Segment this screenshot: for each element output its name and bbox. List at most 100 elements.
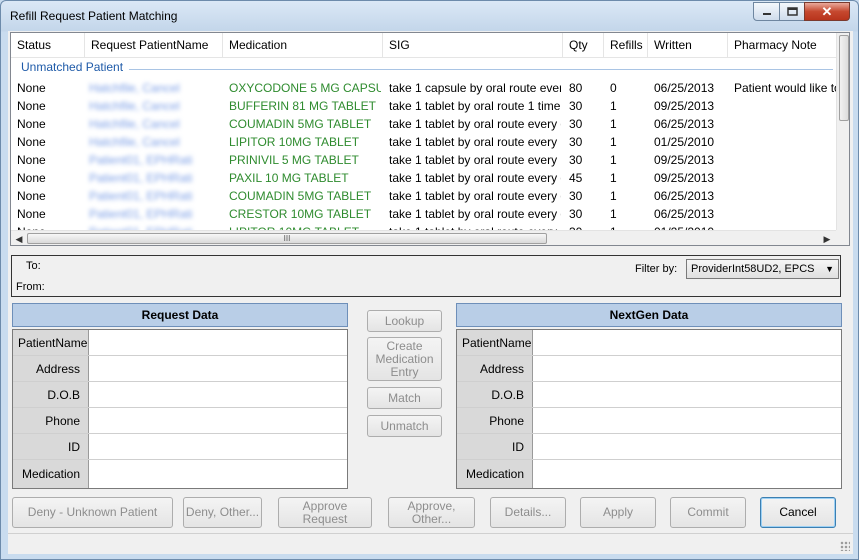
cell-status: None <box>17 81 46 95</box>
horizontal-scroll-thumb[interactable]: III <box>27 233 547 244</box>
table-row[interactable]: None Patient01, EPHRati CRESTOR 10MG TAB… <box>11 205 837 223</box>
close-button[interactable]: ✕ <box>804 2 850 21</box>
request-medication-value[interactable] <box>90 460 347 488</box>
resize-grip-icon[interactable] <box>840 541 850 551</box>
cell-patient-name: Patient01, EPHRati <box>89 171 193 185</box>
cell-sig: take 1 tablet by oral route every d... <box>389 171 561 185</box>
scroll-right-icon[interactable]: ▶ <box>820 232 834 245</box>
cell-medication: OXYCODONE 5 MG CAPSU... <box>229 81 381 95</box>
cell-patient-name: Hatchfile, Cancel <box>89 99 180 113</box>
create-label-line1: Create <box>386 338 423 353</box>
scroll-left-icon[interactable]: ◀ <box>12 232 26 245</box>
cell-pharmacy-note <box>734 169 837 187</box>
cell-sig: take 1 capsule by oral route ever... <box>389 81 561 95</box>
deny-unknown-patient-button[interactable]: Deny - Unknown Patient <box>12 497 173 528</box>
request-row-dob: D.O.B <box>13 382 347 408</box>
match-button[interactable]: Match <box>367 387 442 409</box>
table-row[interactable]: None Hatchfile, Cancel BUFFERIN 81 MG TA… <box>11 97 837 115</box>
field-label: Phone <box>13 408 89 433</box>
request-phone-value[interactable] <box>90 408 347 433</box>
cell-medication: COUMADIN 5MG TABLET <box>229 117 372 131</box>
cell-pharmacy-note <box>734 187 837 205</box>
column-header-written[interactable]: Written <box>648 33 728 58</box>
status-bar <box>8 533 853 554</box>
filter-by-dropdown[interactable]: ProviderInt58UD2, EPCS ▼ <box>686 259 839 279</box>
unmatch-button[interactable]: Unmatch <box>367 415 442 437</box>
commit-button[interactable]: Commit <box>670 497 746 528</box>
table-row[interactable]: None Hatchfile, Cancel COUMADIN 5MG TABL… <box>11 115 837 133</box>
dialog-body: Status Request PatientName Medication SI… <box>8 31 853 554</box>
request-row-phone: Phone <box>13 408 347 434</box>
cell-medication: BUFFERIN 81 MG TABLET <box>229 99 376 113</box>
from-label: From: <box>16 281 45 293</box>
lookup-button[interactable]: Lookup <box>367 310 442 332</box>
field-label: Medication <box>13 460 89 488</box>
grid-horizontal-scrollbar[interactable]: ◀ III ▶ <box>11 230 837 245</box>
vertical-scroll-thumb[interactable] <box>839 35 849 121</box>
approve-request-button[interactable]: Approve Request <box>278 497 372 528</box>
maximize-button[interactable] <box>779 2 805 21</box>
minimize-button[interactable] <box>753 2 780 21</box>
nextgen-row-dob: D.O.B <box>457 382 841 408</box>
window-title: Refill Request Patient Matching <box>10 9 178 23</box>
column-header-pharmacy-note[interactable]: Pharmacy Note <box>728 33 837 58</box>
table-row[interactable]: None Hatchfile, Cancel LIPITOR 10MG TABL… <box>11 133 837 151</box>
cell-qty: 30 <box>569 189 583 203</box>
cancel-button[interactable]: Cancel <box>760 497 836 528</box>
request-address-value[interactable] <box>90 356 347 381</box>
nextgen-patient-name-value[interactable] <box>534 330 841 355</box>
nextgen-medication-value[interactable] <box>534 460 841 488</box>
close-icon: ✕ <box>821 3 833 19</box>
column-header-qty[interactable]: Qty <box>563 33 604 58</box>
table-row[interactable]: None Patient01, EPHRati PAXIL 10 MG TABL… <box>11 169 837 187</box>
column-header-patient-name[interactable]: Request PatientName <box>85 33 223 58</box>
cell-refills: 1 <box>610 117 617 131</box>
chevron-down-icon: ▼ <box>825 264 834 274</box>
request-patient-name-value[interactable] <box>90 330 347 355</box>
table-row[interactable]: None Hatchfile, Cancel OXYCODONE 5 MG CA… <box>11 79 837 97</box>
apply-button[interactable]: Apply <box>580 497 656 528</box>
request-data-table: PatientName Address D.O.B Phone ID Medic… <box>12 329 348 489</box>
cell-written: 01/25/2010 <box>654 135 715 149</box>
nextgen-phone-value[interactable] <box>534 408 841 433</box>
field-label: ID <box>457 434 533 459</box>
cell-qty: 30 <box>569 135 583 149</box>
column-header-refills[interactable]: Refills <box>604 33 648 58</box>
cell-refills: 1 <box>610 99 617 113</box>
grid-vertical-scrollbar[interactable] <box>836 33 849 230</box>
field-label: D.O.B <box>13 382 89 407</box>
cell-medication: COUMADIN 5MG TABLET <box>229 189 372 203</box>
request-data-title: Request Data <box>12 303 348 327</box>
nextgen-address-value[interactable] <box>534 356 841 381</box>
nextgen-id-value[interactable] <box>534 434 841 459</box>
cell-written: 06/25/2013 <box>654 81 715 95</box>
field-label: Address <box>13 356 89 381</box>
approve-other-button[interactable]: Approve, Other... <box>388 497 475 528</box>
field-label: PatientName <box>13 330 89 355</box>
scrollbar-corner <box>836 230 849 245</box>
cell-status: None <box>17 189 46 203</box>
title-bar[interactable]: Refill Request Patient Matching ✕ <box>1 1 858 31</box>
column-header-medication[interactable]: Medication <box>223 33 383 58</box>
cell-sig: take 1 tablet by oral route every d... <box>389 189 561 203</box>
cell-patient-name: Hatchfile, Cancel <box>89 117 180 131</box>
cell-status: None <box>17 153 46 167</box>
to-label: To: <box>26 260 41 272</box>
refill-request-grid[interactable]: Status Request PatientName Medication SI… <box>10 32 850 246</box>
request-id-value[interactable] <box>90 434 347 459</box>
nextgen-dob-value[interactable] <box>534 382 841 407</box>
column-header-status[interactable]: Status <box>11 33 85 58</box>
nextgen-data-panel: NextGen Data PatientName Address D.O.B P… <box>456 303 842 493</box>
deny-other-button[interactable]: Deny, Other... <box>183 497 262 528</box>
column-header-sig[interactable]: SIG <box>383 33 563 58</box>
create-medication-entry-button[interactable]: Create Medication Entry <box>367 337 442 381</box>
table-row[interactable]: None Patient01, EPHRati PRINIVIL 5 MG TA… <box>11 151 837 169</box>
cell-sig: take 1 tablet by oral route every d... <box>389 117 561 131</box>
request-dob-value[interactable] <box>90 382 347 407</box>
cell-qty: 30 <box>569 117 583 131</box>
table-row[interactable]: None Patient01, EPHRati COUMADIN 5MG TAB… <box>11 187 837 205</box>
cell-sig: take 1 tablet by oral route every d... <box>389 207 561 221</box>
details-button[interactable]: Details... <box>490 497 566 528</box>
cell-refills: 1 <box>610 153 617 167</box>
cell-pharmacy-note <box>734 115 837 133</box>
